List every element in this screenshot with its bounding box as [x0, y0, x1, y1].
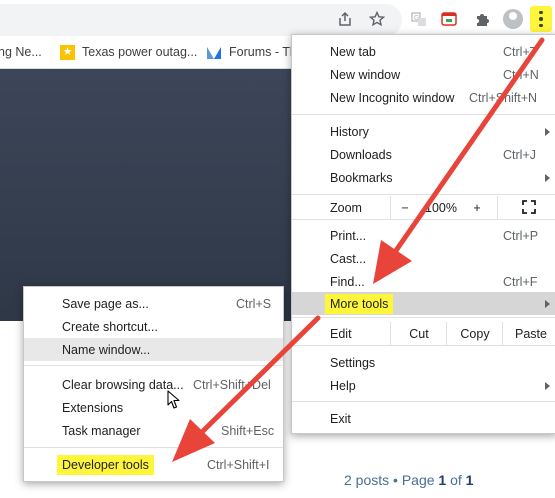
- menu-item-zoom: Zoom − 100% +: [292, 196, 555, 219]
- menu-item-new-tab[interactable]: New tab Ctrl+T: [292, 40, 555, 63]
- menu-item-shortcut: Ctrl+Shift+I: [207, 457, 270, 472]
- menu-item-label: Cast...: [330, 251, 367, 266]
- zoom-controls: − 100% +: [390, 196, 498, 219]
- menu-item-label: Print...: [330, 228, 367, 243]
- chevron-right-icon: [545, 127, 550, 136]
- menu-item-label: Extensions: [62, 400, 124, 415]
- menu-item-bookmarks[interactable]: Bookmarks: [292, 166, 555, 189]
- menu-separator: [292, 317, 555, 318]
- menu-item-label: Create shortcut...: [62, 319, 158, 334]
- menu-item-label: Task manager: [62, 423, 141, 438]
- menu-item-label: Find...: [330, 274, 365, 289]
- puzzle-extensions-icon[interactable]: [473, 10, 491, 28]
- chevron-right-icon: [545, 381, 550, 390]
- bookmark-star-icon[interactable]: [368, 10, 386, 28]
- menu-separator: [24, 447, 283, 448]
- chrome-main-menu: New tab Ctrl+T New window Ctrl+N New Inc…: [291, 34, 555, 434]
- kebab-menu-icon[interactable]: [530, 6, 552, 32]
- menu-item-label: Developer tools: [57, 454, 154, 475]
- menu-item-shortcut: Ctrl+J: [503, 147, 536, 162]
- menu-item-print[interactable]: Print... Ctrl+P: [292, 224, 555, 247]
- menu-item-help[interactable]: Help: [292, 374, 555, 397]
- bookmark-item[interactable]: ng Ne...: [0, 45, 42, 59]
- fullscreen-icon[interactable]: [522, 200, 536, 214]
- menu-item-label: Save page as...: [62, 296, 149, 311]
- menu-item-task-manager[interactable]: Task manager Shift+Esc: [24, 419, 283, 442]
- chevron-right-icon: [545, 173, 550, 182]
- profile-avatar-icon[interactable]: [503, 9, 523, 29]
- menu-item-label: Clear browsing data...: [62, 377, 184, 392]
- menu-item-developer-tools[interactable]: Developer tools Ctrl+Shift+I: [24, 453, 283, 476]
- menu-separator: [24, 365, 283, 366]
- menu-item-shortcut: Ctrl+Shift+Del: [193, 377, 271, 392]
- pagination-prefix: 2 posts • Page: [344, 472, 439, 488]
- menu-item-exit[interactable]: Exit: [292, 407, 555, 430]
- bookmark-item[interactable]: Forums - Th: [229, 45, 297, 59]
- menu-item-clear-browsing-data[interactable]: Clear browsing data... Ctrl+Shift+Del: [24, 373, 283, 396]
- star-bookmark-icon: ★: [60, 45, 75, 60]
- share-icon[interactable]: [336, 10, 354, 28]
- menu-item-history[interactable]: History: [292, 120, 555, 143]
- zoom-out-button[interactable]: −: [397, 196, 413, 219]
- menu-item-extensions[interactable]: Extensions: [24, 396, 283, 419]
- menu-item-shortcut: Ctrl+F: [503, 274, 538, 289]
- menu-item-label: Downloads: [330, 147, 392, 162]
- menu-separator: [292, 219, 555, 220]
- menu-item-label: Zoom: [330, 200, 362, 215]
- menu-item-cast[interactable]: Cast...: [292, 247, 555, 270]
- forum-favicon-icon: [207, 47, 221, 59]
- menu-item-name-window[interactable]: Name window...: [24, 338, 283, 361]
- menu-item-label: Settings: [330, 355, 376, 370]
- menu-item-save-page[interactable]: Save page as... Ctrl+S: [24, 292, 283, 315]
- menu-item-edit: Edit Cut Copy Paste: [292, 322, 555, 345]
- menu-item-find[interactable]: Find... Ctrl+F: [292, 270, 555, 293]
- menu-item-shortcut: Shift+Esc: [221, 423, 275, 438]
- menu-item-shortcut: Ctrl+S: [236, 296, 272, 311]
- menu-separator: [292, 114, 555, 115]
- menu-item-label: History: [330, 124, 369, 139]
- more-tools-submenu: Save page as... Ctrl+S Create shortcut..…: [23, 286, 284, 482]
- menu-item-label: New tab: [330, 44, 376, 59]
- menu-item-label: Edit: [330, 326, 352, 341]
- menu-separator: [292, 401, 555, 402]
- menu-item-label: Name window...: [62, 342, 151, 357]
- extension-red-icon[interactable]: [440, 10, 458, 28]
- menu-item-settings[interactable]: Settings: [292, 351, 555, 374]
- chevron-right-icon: [545, 299, 550, 308]
- pagination-mid: of: [446, 472, 466, 488]
- menu-item-label: Bookmarks: [330, 170, 393, 185]
- menu-separator: [292, 194, 555, 195]
- zoom-level: 100%: [425, 200, 457, 215]
- paste-button[interactable]: Paste: [502, 322, 555, 345]
- menu-item-label: Exit: [330, 411, 351, 426]
- cut-button[interactable]: Cut: [390, 322, 447, 345]
- menu-item-shortcut: Ctrl+Shift+N: [469, 90, 538, 105]
- pagination-info: 2 posts • Page 1 of 1: [344, 472, 473, 488]
- menu-item-shortcut: Ctrl+T: [503, 44, 538, 59]
- zoom-in-button[interactable]: +: [469, 196, 485, 219]
- menu-item-create-shortcut[interactable]: Create shortcut...: [24, 315, 283, 338]
- bookmark-item[interactable]: Texas power outag...: [82, 45, 197, 59]
- menu-item-label: Help: [330, 378, 356, 393]
- menu-item-more-tools[interactable]: More tools: [292, 292, 555, 315]
- mouse-cursor-icon: [167, 390, 180, 409]
- browser-toolbar: G: [0, 0, 555, 38]
- menu-item-new-window[interactable]: New window Ctrl+N: [292, 63, 555, 86]
- menu-item-shortcut: Ctrl+P: [503, 228, 539, 243]
- menu-item-downloads[interactable]: Downloads Ctrl+J: [292, 143, 555, 166]
- menu-separator: [292, 345, 555, 346]
- menu-item-label: More tools: [325, 293, 394, 314]
- pagination-total[interactable]: 1: [466, 472, 474, 488]
- menu-item-label: New window: [330, 67, 401, 82]
- translate-icon[interactable]: G: [410, 10, 428, 28]
- menu-item-label: New Incognito window: [330, 90, 455, 105]
- menu-item-shortcut: Ctrl+N: [503, 67, 539, 82]
- menu-item-new-incognito[interactable]: New Incognito window Ctrl+Shift+N: [292, 86, 555, 109]
- page-banner: [0, 69, 300, 321]
- copy-button[interactable]: Copy: [446, 322, 503, 345]
